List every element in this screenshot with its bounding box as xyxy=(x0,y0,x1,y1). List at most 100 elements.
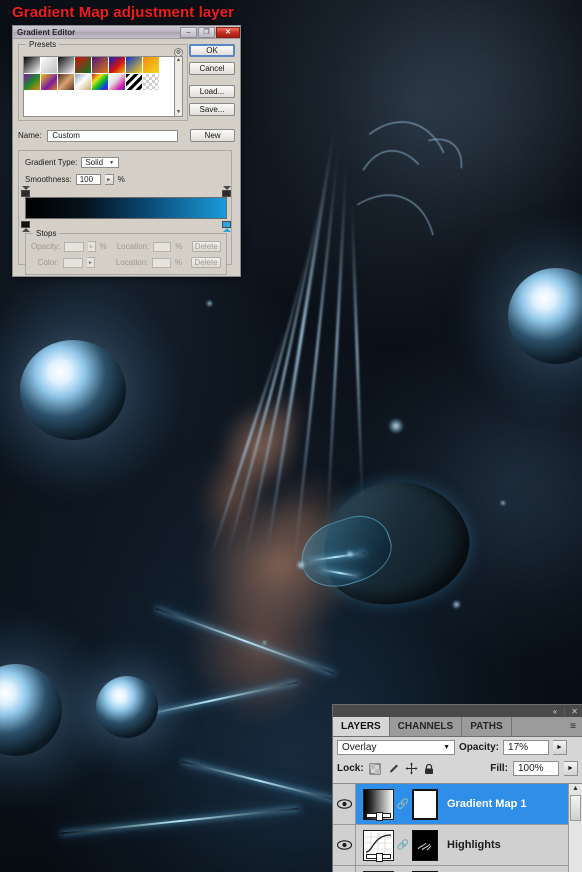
new-button[interactable]: New xyxy=(190,129,235,142)
preset-swatch-red-green[interactable] xyxy=(75,57,92,74)
save-button[interactable]: Save... xyxy=(189,103,235,116)
color-stop-row: Color: ► % Location: % Delete xyxy=(31,257,221,268)
table-row[interactable]: 🔗 Gradient Map 1 xyxy=(333,784,582,825)
layer-list-scrollbar[interactable]: ▲ xyxy=(568,784,582,872)
opacity-stepper[interactable]: ► xyxy=(553,740,568,755)
preset-swatch-stripes[interactable] xyxy=(126,74,143,91)
opacity-input[interactable]: 17% xyxy=(503,740,550,755)
opacity-stop-left[interactable] xyxy=(21,186,30,197)
layer-name: Highlights xyxy=(447,839,501,851)
blend-mode-select[interactable]: Overlay ▼ xyxy=(337,740,455,755)
ok-button[interactable]: OK xyxy=(189,44,235,57)
preset-swatch-copper[interactable] xyxy=(58,74,75,91)
gradient-type-row: Gradient Type: Solid ▼ xyxy=(25,157,225,168)
opacity-label: Opacity: xyxy=(459,742,500,753)
layer-mask-thumbnail[interactable] xyxy=(412,788,438,820)
close-icon[interactable]: ✕ xyxy=(571,707,578,716)
gradient-preview-strip[interactable] xyxy=(25,197,227,219)
smoothness-label: Smoothness: xyxy=(25,175,72,184)
presets-grid xyxy=(24,57,174,91)
color-stop-right[interactable] xyxy=(222,221,231,232)
fill-input[interactable]: 100% xyxy=(513,761,559,776)
opacity-stop-right[interactable] xyxy=(222,186,231,197)
preset-swatch-chrome[interactable] xyxy=(75,74,92,91)
fill-stepper[interactable]: ► xyxy=(564,761,578,776)
scroll-up-icon[interactable]: ▲ xyxy=(175,57,182,64)
table-row[interactable] xyxy=(333,866,582,872)
fill-label: Fill: xyxy=(490,763,508,774)
close-icon[interactable]: ✕ xyxy=(216,26,240,38)
presets-scrollbar[interactable]: ▲ ▼ xyxy=(174,56,183,117)
table-row[interactable]: 🔗 Highlights xyxy=(333,825,582,866)
preset-swatch-white-transparent[interactable] xyxy=(41,57,58,74)
tab-layers[interactable]: LAYERS xyxy=(333,717,390,736)
layer-thumbnails: 🔗 xyxy=(356,829,438,862)
delete-opacity-stop-button: Delete xyxy=(191,241,221,252)
scroll-down-icon[interactable]: ▼ xyxy=(175,109,182,116)
layer-name: Gradient Map 1 xyxy=(447,798,527,810)
layer-list[interactable]: 🔗 Gradient Map 1 🔗 Highlights ▲ xyxy=(333,783,582,872)
bokeh-particle xyxy=(452,600,461,609)
transparency-lock-icon[interactable] xyxy=(369,762,382,775)
page-title: Gradient Map adjustment layer xyxy=(12,4,235,21)
gradient-type-label: Gradient Type: xyxy=(25,158,78,167)
layer-visibility-toggle[interactable] xyxy=(333,784,356,824)
layer-visibility-toggle[interactable] xyxy=(333,866,356,872)
stop-opacity-label: Opacity: xyxy=(31,242,61,251)
brush-lock-icon[interactable] xyxy=(387,762,400,775)
dialog-title: Gradient Editor xyxy=(17,27,76,37)
preset-swatch-transparent-stripes[interactable] xyxy=(143,74,160,91)
load-button[interactable]: Load... xyxy=(189,85,235,98)
collapse-icon[interactable]: « xyxy=(553,707,557,716)
scroll-up-icon[interactable]: ▲ xyxy=(569,784,582,794)
preset-swatch-transparent-rainbow[interactable] xyxy=(109,74,126,91)
panel-menu-icon[interactable]: ≡ xyxy=(564,717,582,736)
preset-swatch-spectrum[interactable] xyxy=(92,74,109,91)
stop-location-input-1 xyxy=(153,241,172,252)
preset-swatch-violet-orange[interactable] xyxy=(92,57,109,74)
dialog-titlebar[interactable]: Gradient Editor – ❐ ✕ xyxy=(13,26,240,39)
preset-swatch-violet-green-orange[interactable] xyxy=(24,74,41,91)
stop-location-label-2: Location: xyxy=(115,258,149,267)
preset-swatch-yellow-violet-orange[interactable] xyxy=(41,74,58,91)
gradient-type-select[interactable]: Solid ▼ xyxy=(81,157,120,168)
layer-mask-thumbnail[interactable] xyxy=(412,829,438,861)
presets-legend: Presets xyxy=(26,40,60,49)
preset-swatch-blue-red-yellow[interactable] xyxy=(109,57,126,74)
smoothness-input[interactable]: 100 xyxy=(75,174,101,185)
stop-location-percent-1: % xyxy=(175,242,183,251)
dialog-body: Presets ⚙ ▲ ▼ OK Cancel Load... Save... … xyxy=(13,39,240,275)
smoothness-stepper[interactable]: ► xyxy=(104,174,114,185)
stop-color-dropdown-icon: ► xyxy=(87,257,95,268)
blend-mode-value: Overlay xyxy=(342,742,377,753)
eye-icon xyxy=(336,840,352,850)
scrollbar-thumb[interactable] xyxy=(570,795,581,821)
link-icon[interactable]: 🔗 xyxy=(397,840,409,851)
eye-icon xyxy=(336,799,352,809)
presets-list[interactable] xyxy=(23,56,175,117)
smoothness-row: Smoothness: 100 ► % xyxy=(25,174,225,185)
color-stop-left[interactable] xyxy=(21,221,30,232)
tab-channels[interactable]: CHANNELS xyxy=(390,717,463,736)
preset-swatch-black-white[interactable] xyxy=(24,57,41,74)
layer-visibility-toggle[interactable] xyxy=(333,825,356,865)
link-icon[interactable]: 🔗 xyxy=(397,799,409,810)
stop-location-input-2 xyxy=(152,257,171,268)
maximize-icon[interactable]: ❐ xyxy=(198,26,215,38)
bokeh-particle xyxy=(388,418,404,434)
name-input[interactable]: Custom xyxy=(47,129,179,142)
lock-row: Lock: Fill: 100% ► xyxy=(333,758,582,779)
preset-swatch-blue-yellow[interactable] xyxy=(126,57,143,74)
minimize-icon[interactable]: – xyxy=(180,26,197,38)
glowing-sphere xyxy=(58,638,196,776)
gradient-map-thumbnail[interactable] xyxy=(363,788,394,821)
name-label: Name: xyxy=(18,131,42,140)
cancel-button[interactable]: Cancel xyxy=(189,62,235,75)
preset-swatch-orange-yellow[interactable] xyxy=(143,57,160,74)
move-lock-icon[interactable] xyxy=(405,762,418,775)
curves-thumbnail[interactable] xyxy=(363,829,394,862)
bokeh-particle xyxy=(206,300,213,307)
tab-paths[interactable]: PATHS xyxy=(462,717,512,736)
preset-swatch-black-white-2[interactable] xyxy=(58,57,75,74)
lock-all-icon[interactable] xyxy=(423,762,436,775)
